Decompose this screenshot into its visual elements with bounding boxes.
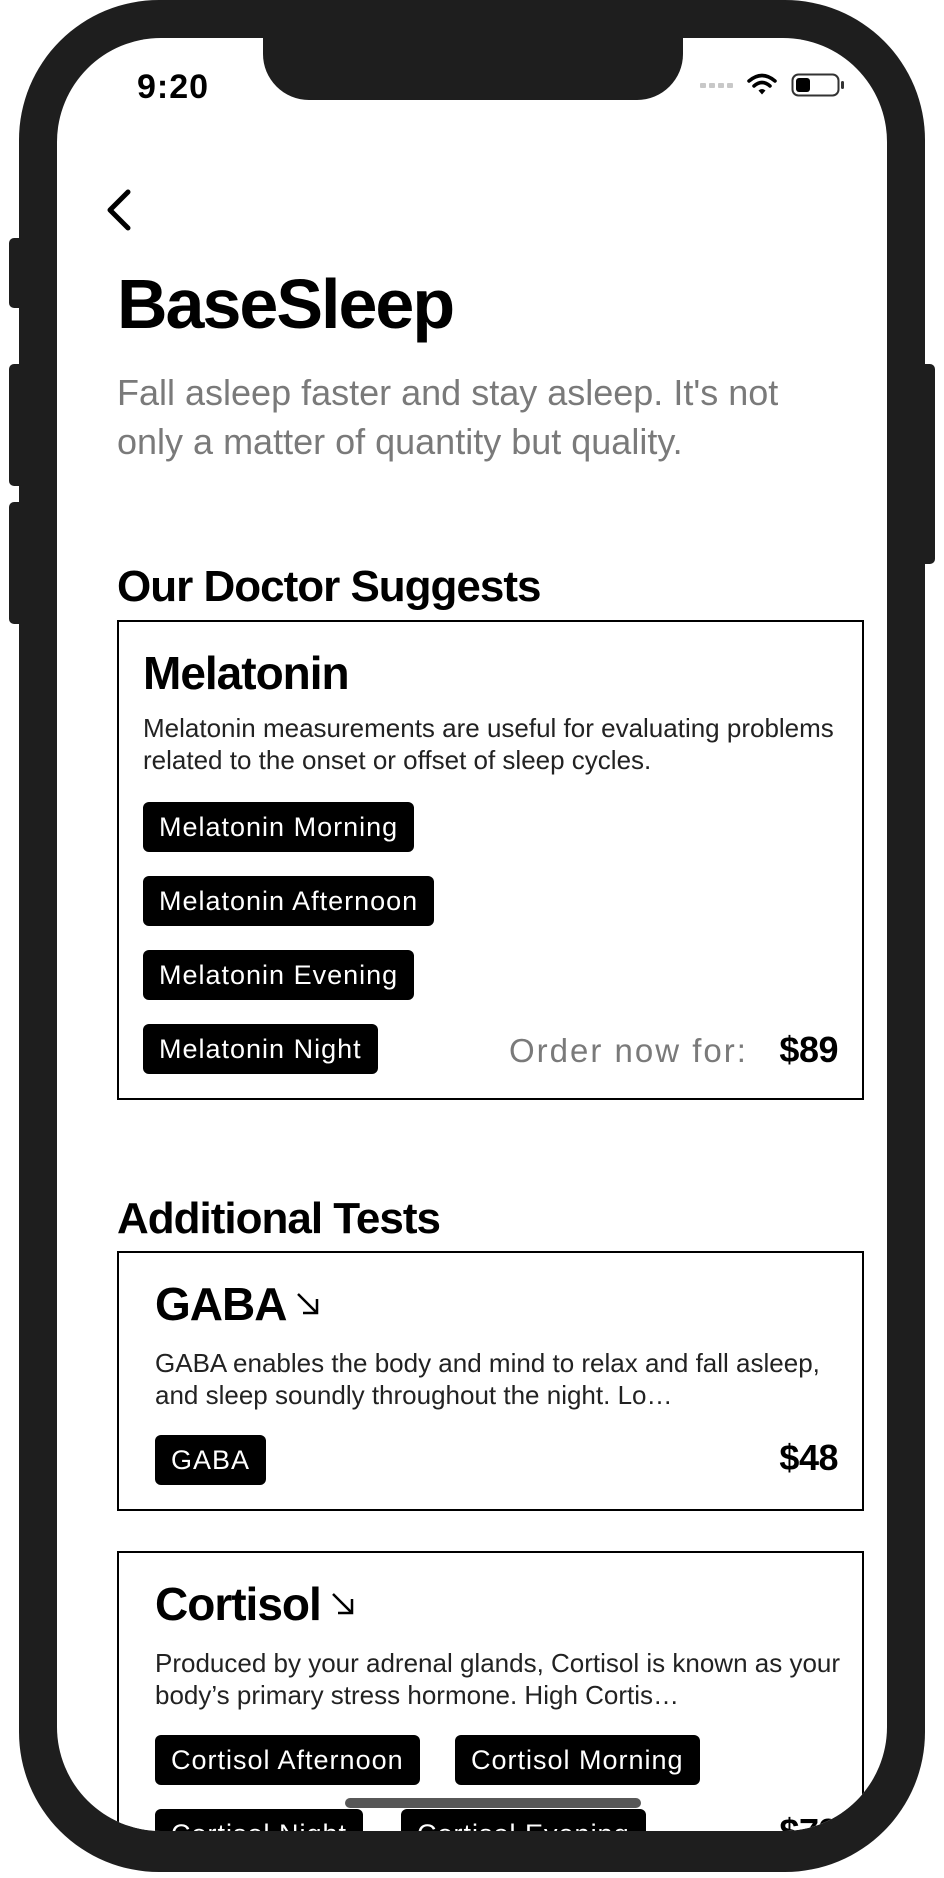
card-title: Melatonin <box>143 647 350 699</box>
test-chip[interactable]: GABA <box>155 1435 267 1485</box>
card-title: Cortisol <box>155 1577 357 1631</box>
card-description: Produced by your adrenal glands, Cortiso… <box>155 1648 841 1710</box>
test-chip[interactable]: Melatonin Night <box>143 1024 378 1074</box>
page-subtitle: Fall asleep faster and stay asleep. It's… <box>117 372 779 462</box>
test-chip[interactable]: Melatonin Evening <box>143 950 415 1000</box>
section-doctor-suggests-heading: Our Doctor Suggests <box>117 562 541 611</box>
price: $89 <box>779 1029 838 1070</box>
test-chip[interactable]: Cortisol Morning <box>455 1735 700 1785</box>
arrow-down-right-icon <box>297 1293 319 1315</box>
page-title: BaseSleep <box>117 265 455 343</box>
test-chip[interactable]: Cortisol Evening <box>401 1809 646 1831</box>
test-chip[interactable]: Melatonin Morning <box>143 802 415 852</box>
arrow-down-right-icon <box>331 1593 354 1615</box>
phone-frame: 9:20 BaseSleep Fall asleep faster and st… <box>19 0 925 1872</box>
back-button[interactable] <box>97 188 141 232</box>
melatonin-card[interactable]: Melatonin Melatonin measurements are use… <box>117 620 864 1100</box>
card-description: Melatonin measurements are useful for ev… <box>143 713 834 775</box>
order-label: Order now for: <box>509 1032 748 1069</box>
card-description: GABA enables the body and mind to relax … <box>155 1348 820 1410</box>
home-indicator <box>345 1798 641 1808</box>
card-title-text: Cortisol <box>155 1578 322 1630</box>
card-title-text: GABA <box>155 1278 287 1330</box>
test-chip[interactable]: Cortisol Afternoon <box>155 1735 420 1785</box>
content: BaseSleep Fall asleep faster and stay as… <box>57 38 887 1831</box>
price: $79 <box>779 1811 838 1831</box>
cortisol-card[interactable]: Cortisol Produced by your adrenal glands… <box>117 1551 864 1831</box>
section-additional-tests-heading: Additional Tests <box>117 1194 441 1243</box>
test-chip[interactable]: Cortisol Night <box>155 1809 364 1831</box>
price: $48 <box>779 1437 838 1478</box>
chevron-left-icon <box>107 189 131 231</box>
gaba-card[interactable]: GABA GABA enables the body and mind to r… <box>117 1251 864 1511</box>
card-title: GABA <box>155 1277 322 1331</box>
test-chip[interactable]: Melatonin Afternoon <box>143 876 435 926</box>
screen: 9:20 BaseSleep Fall asleep faster and st… <box>57 38 887 1831</box>
